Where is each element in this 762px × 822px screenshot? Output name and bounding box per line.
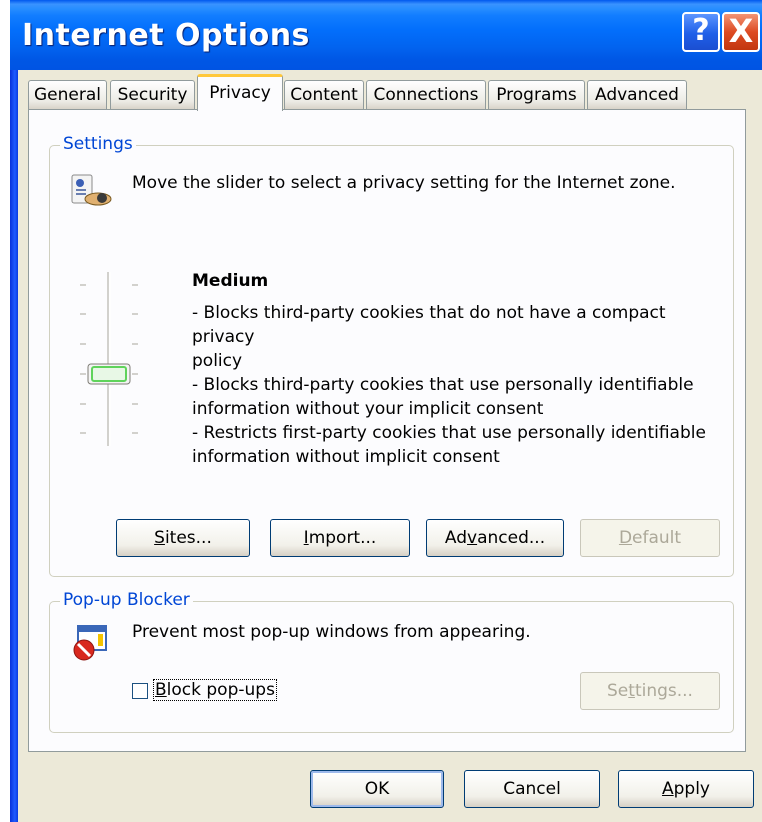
help-button[interactable]: ? (682, 12, 720, 52)
popup-blocker-group-label: Pop-up Blocker (60, 590, 193, 610)
tab-label: Content (290, 85, 358, 105)
popup-blocker-description: Prevent most pop-up windows from appeari… (132, 622, 531, 642)
description-line: - Blocks third-party cookies that use pe… (192, 375, 694, 395)
tab-content[interactable]: Content (284, 80, 364, 110)
close-button[interactable]: X (722, 12, 760, 52)
advanced-button[interactable]: Advanced... (426, 519, 564, 557)
tab-programs[interactable]: Programs (488, 80, 585, 110)
description-line: - Restricts first-party cookies that use… (192, 423, 706, 443)
tab-label: Connections (373, 85, 479, 105)
ok-button[interactable]: OK (310, 770, 444, 808)
settings-group: Settings Move the slider to select a pri… (49, 134, 734, 577)
slider-thumb[interactable] (87, 363, 131, 385)
privacy-slider[interactable] (70, 272, 140, 447)
tab-general[interactable]: General (28, 80, 107, 110)
settings-group-label: Settings (60, 134, 136, 154)
help-icon: ? (692, 13, 710, 48)
tab-label: Advanced (595, 85, 679, 105)
apply-button[interactable]: Apply (618, 770, 754, 808)
tab-label: Programs (496, 85, 577, 105)
privacy-tab-panel: Settings Move the slider to select a pri… (28, 109, 746, 752)
popup-settings-button[interactable]: Settings... (580, 672, 720, 710)
cancel-button[interactable]: Cancel (464, 770, 600, 808)
internet-options-window: Internet Options ? X General Security Pr… (10, 0, 762, 822)
default-button[interactable]: Default (580, 519, 720, 557)
privacy-instruction: Move the slider to select a privacy sett… (132, 173, 676, 193)
description-line: information without implicit consent (192, 447, 500, 467)
tab-label: Privacy (209, 83, 271, 103)
title-bar[interactable]: Internet Options ? X (10, 0, 762, 70)
tab-security[interactable]: Security (110, 80, 195, 110)
block-popups-checkbox[interactable] (132, 683, 148, 699)
block-popups-label[interactable]: Block pop-ups (153, 679, 277, 701)
popup-blocker-icon (73, 625, 107, 661)
close-icon: X (728, 12, 754, 50)
privacy-level-description: - Blocks third-party cookies that do not… (192, 301, 732, 469)
description-line: - Blocks third-party cookies that do not… (192, 303, 666, 347)
tab-label: General (34, 85, 101, 105)
tab-label: Security (117, 85, 188, 105)
privacy-level-name: Medium (192, 271, 269, 291)
privacy-person-icon (71, 174, 112, 206)
window-title: Internet Options (22, 18, 310, 53)
sites-button[interactable]: Sites... (116, 519, 250, 557)
description-line: policy (192, 351, 243, 371)
popup-blocker-group: Pop-up Blocker Prevent most pop-up windo… (49, 590, 734, 733)
tab-connections[interactable]: Connections (366, 80, 486, 110)
description-line: information without your implicit consen… (192, 399, 544, 419)
window-frame-left (10, 0, 18, 822)
tab-advanced[interactable]: Advanced (587, 80, 687, 110)
import-button[interactable]: Import... (270, 519, 410, 557)
tab-privacy[interactable]: Privacy (197, 74, 283, 111)
